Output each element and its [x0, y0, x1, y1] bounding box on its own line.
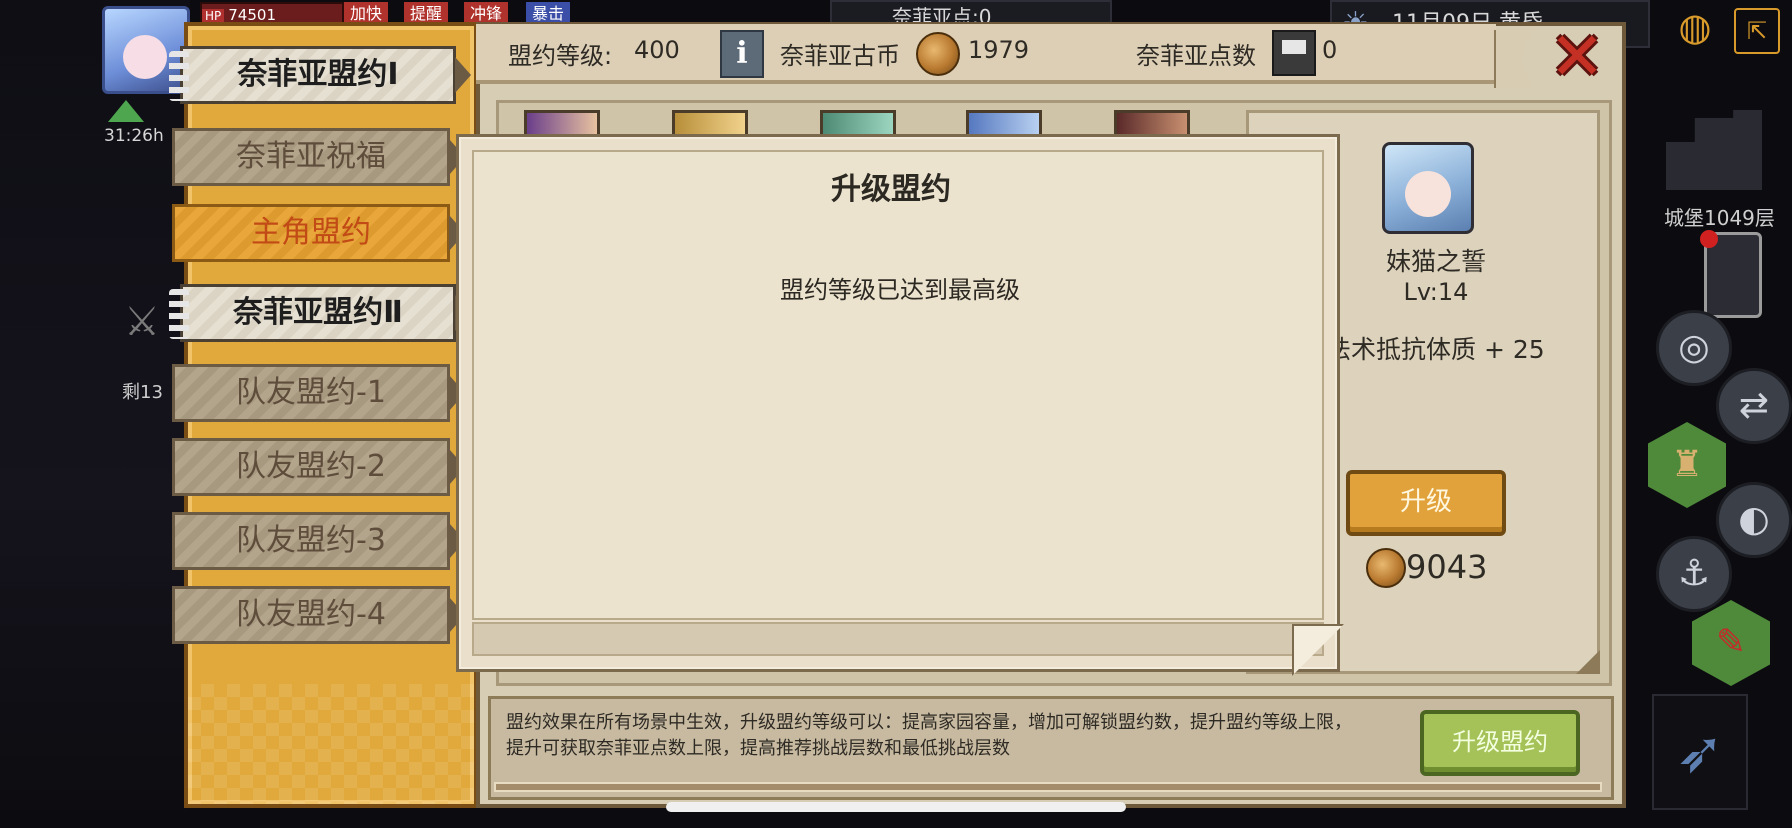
- points-chip-icon: [1272, 30, 1316, 76]
- covenant-level-value: 400: [634, 36, 680, 64]
- tab-teammate-covenant-3[interactable]: 队友盟约-3: [172, 512, 465, 570]
- weapon-skill-button[interactable]: ✎: [1692, 600, 1770, 686]
- info-icon[interactable]: i: [720, 30, 764, 78]
- dialog-title: 升级盟约: [831, 172, 951, 207]
- covenant-portrait: [1382, 142, 1474, 234]
- tab-teammate-covenant-2[interactable]: 队友盟约-2: [172, 438, 465, 496]
- ancient-coin-value: 1979: [968, 36, 1030, 64]
- tab-nephia-covenant-2[interactable]: 奈菲亚盟约Ⅱ: [169, 284, 471, 342]
- description-line: 盟约效果在所有场景中生效，升级盟约等级可以：提高家园容量，增加可解锁盟约数，提升…: [506, 712, 1352, 733]
- hp-tag: HP: [202, 9, 225, 23]
- ring-binding-icon: [169, 289, 189, 339]
- remaining-text: 剩13: [122, 382, 163, 403]
- covenant-name: 妹猫之誓: [1385, 247, 1486, 276]
- covenant-stat: 法术抵抗体质 + 25: [1326, 335, 1545, 364]
- points-label: 奈菲亚点数: [1136, 42, 1256, 70]
- tab-label: 主角盟约: [251, 215, 371, 250]
- swap-arrows-button[interactable]: ⇄: [1716, 368, 1792, 444]
- points-value: 0: [1322, 36, 1338, 64]
- dialog-footer-strip: [472, 622, 1324, 656]
- cost-coin-icon: [1366, 548, 1406, 588]
- upgrade-button[interactable]: 升级: [1346, 470, 1506, 536]
- tab-nephia-blessing[interactable]: 奈菲亚祝福: [172, 128, 465, 186]
- close-button[interactable]: ✕: [1548, 24, 1606, 90]
- game-background: [0, 0, 190, 828]
- crossed-swords-icon: ⚔: [124, 299, 160, 345]
- home-indicator[interactable]: [666, 802, 1126, 812]
- timer-text: 31:26h: [104, 126, 164, 146]
- covenant-level-label: 盟约等级:: [508, 42, 613, 70]
- tab-label: 队友盟约-2: [236, 449, 386, 484]
- mask-skill-button[interactable]: ◐: [1716, 482, 1792, 558]
- level-up-arrow-icon: [108, 100, 144, 122]
- castle-floor-label: 城堡1049层: [1664, 206, 1775, 230]
- tab-teammate-covenant-4[interactable]: 队友盟约-4: [172, 586, 465, 644]
- tab-label: 奈菲亚盟约Ⅰ: [237, 57, 399, 92]
- compass-button[interactable]: ⚓: [1656, 536, 1732, 612]
- notification-dot: [1700, 230, 1718, 248]
- totem-skill-button[interactable]: ♜: [1648, 422, 1726, 508]
- ancient-coin-icon: [916, 32, 960, 76]
- dialog-body: [472, 150, 1324, 620]
- exit-fullscreen-button[interactable]: ⇱: [1734, 8, 1780, 54]
- bottom-progress-bar: [494, 782, 1602, 792]
- tab-label: 奈菲亚祝福: [236, 139, 386, 174]
- dialog-message: 盟约等级已达到最高级: [780, 276, 1020, 304]
- upgrade-covenant-button[interactable]: 升级盟约: [1420, 710, 1580, 776]
- tab-nephia-covenant-1[interactable]: 奈菲亚盟约Ⅰ: [169, 46, 471, 104]
- covenant-level: Lv:14: [1403, 278, 1469, 306]
- tab-arrow-icon: [455, 57, 471, 93]
- tab-label: 队友盟约-4: [236, 597, 386, 632]
- ancient-coin-label: 奈菲亚古币: [780, 42, 900, 70]
- tab-label: 奈菲亚盟约Ⅱ: [233, 295, 403, 330]
- description-line: 提升可获取奈菲亚点数上限，提高推荐挑战层数和最低挑战层数: [506, 738, 1010, 759]
- tab-label: 队友盟约-3: [236, 523, 386, 558]
- bow-icon[interactable]: ➶: [1652, 694, 1748, 810]
- tab-hero-covenant[interactable]: 主角盟约: [172, 204, 465, 262]
- ring-binding-icon: [169, 51, 189, 101]
- globe-network-icon[interactable]: ◍: [1670, 4, 1720, 50]
- upgrade-cost: 9043: [1406, 548, 1488, 586]
- portal-spiral-button[interactable]: ◎: [1656, 310, 1732, 386]
- description-text: 盟约效果在所有场景中生效，升级盟约等级可以：提高家园容量，增加可解锁盟约数，提升…: [506, 710, 1406, 762]
- tab-teammate-covenant-1[interactable]: 队友盟约-1: [172, 364, 465, 422]
- castle-icon[interactable]: [1666, 110, 1762, 190]
- tab-label: 队友盟约-1: [236, 375, 386, 410]
